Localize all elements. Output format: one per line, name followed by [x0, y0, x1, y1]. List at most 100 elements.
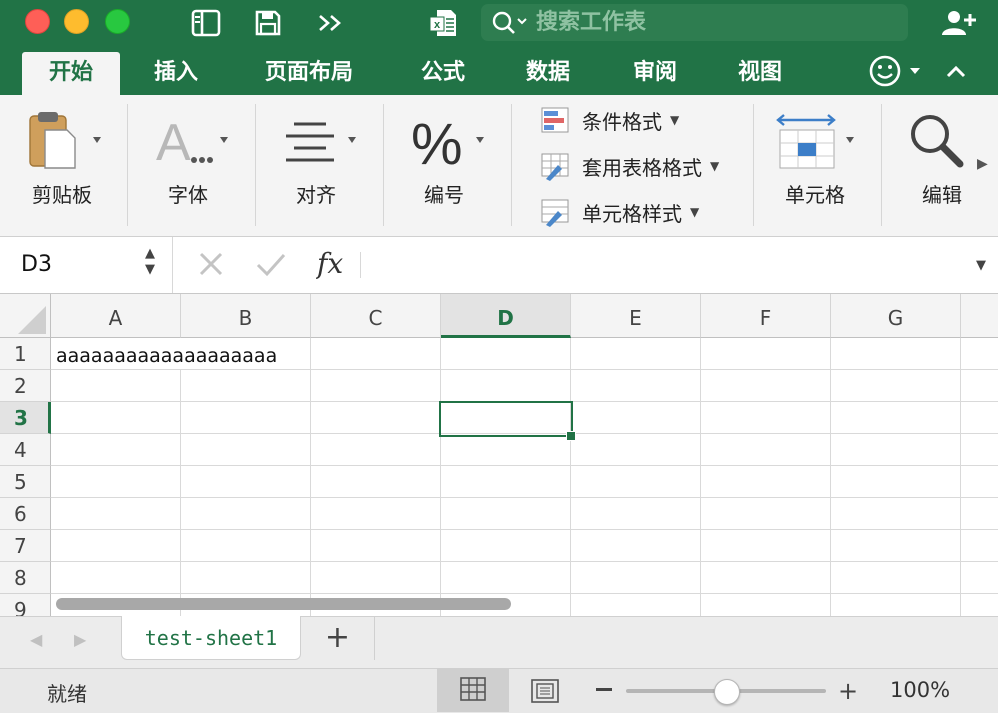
cell[interactable] [311, 402, 441, 434]
cell[interactable] [311, 434, 441, 466]
close-window-button[interactable] [25, 9, 50, 34]
cell[interactable] [51, 498, 181, 530]
ribbon-scroll-right-icon[interactable]: ▶ [977, 156, 988, 172]
cell[interactable] [181, 370, 311, 402]
sidebar-toggle-icon[interactable] [189, 7, 223, 39]
minimize-window-button[interactable] [64, 9, 89, 34]
zoom-out-icon[interactable] [596, 688, 612, 691]
cell[interactable] [311, 370, 441, 402]
tab-page-layout[interactable]: 页面布局 [245, 52, 373, 96]
format-as-table-button[interactable]: 套用表格格式 ▼ [540, 149, 719, 183]
cell[interactable] [831, 370, 961, 402]
formula-input[interactable] [372, 250, 962, 280]
tab-home[interactable]: 开始 [22, 52, 120, 96]
editing-button[interactable] [906, 112, 966, 172]
cell[interactable] [831, 338, 961, 370]
row-header-6[interactable]: 6 [0, 498, 51, 530]
cell[interactable] [181, 498, 311, 530]
cell[interactable] [311, 338, 441, 370]
collapse-ribbon-icon[interactable] [942, 56, 970, 86]
cell[interactable] [311, 498, 441, 530]
cell[interactable] [51, 466, 181, 498]
cell[interactable] [441, 498, 571, 530]
cell[interactable] [441, 466, 571, 498]
tab-formulas[interactable]: 公式 [400, 52, 486, 96]
cell[interactable] [441, 338, 571, 370]
cell[interactable] [441, 530, 571, 562]
column-header-d[interactable]: D [441, 294, 571, 338]
tab-data[interactable]: 数据 [505, 52, 591, 96]
conditional-format-button[interactable]: 条件格式 ▼ [540, 103, 679, 137]
fill-handle[interactable] [566, 431, 576, 441]
previous-sheet-icon[interactable]: ◀ [30, 630, 42, 649]
cell[interactable] [571, 530, 701, 562]
cell[interactable] [961, 562, 998, 594]
cell[interactable] [961, 434, 998, 466]
cell[interactable] [51, 370, 181, 402]
cell[interactable] [831, 466, 961, 498]
cell[interactable] [961, 530, 998, 562]
cell[interactable] [571, 370, 701, 402]
row-header-2[interactable]: 2 [0, 370, 51, 402]
cell[interactable] [181, 530, 311, 562]
expand-formula-bar-icon[interactable]: ▼ [976, 258, 986, 273]
cell[interactable] [51, 530, 181, 562]
cell[interactable] [571, 338, 701, 370]
cell[interactable] [441, 434, 571, 466]
cell[interactable] [311, 562, 441, 594]
cell[interactable] [441, 370, 571, 402]
cells-button[interactable] [776, 110, 858, 172]
cell[interactable] [961, 498, 998, 530]
row-header-3[interactable]: 3 [0, 402, 51, 434]
column-header-b[interactable]: B [181, 294, 311, 338]
next-sheet-icon[interactable]: ▶ [74, 630, 86, 649]
column-header-e[interactable]: E [571, 294, 701, 338]
cell[interactable] [311, 530, 441, 562]
row-header-4[interactable]: 4 [0, 434, 51, 466]
font-button[interactable]: A [152, 112, 234, 172]
cell[interactable] [311, 466, 441, 498]
cell[interactable] [181, 402, 311, 434]
cell[interactable] [701, 434, 831, 466]
cell[interactable] [441, 562, 571, 594]
more-commands-icon[interactable] [315, 7, 345, 39]
cell[interactable] [571, 434, 701, 466]
cell[interactable] [961, 370, 998, 402]
cell[interactable] [51, 562, 181, 594]
column-header-h[interactable] [961, 294, 998, 338]
cell[interactable] [571, 466, 701, 498]
clipboard-paste-button[interactable] [25, 110, 105, 172]
row-header-1[interactable]: 1 [0, 338, 51, 370]
feedback-smiley-icon[interactable] [866, 52, 926, 90]
cell[interactable] [701, 562, 831, 594]
cell[interactable] [51, 434, 181, 466]
cancel-entry-icon[interactable] [198, 250, 224, 282]
cell[interactable] [701, 594, 831, 616]
column-header-g[interactable]: G [831, 294, 961, 338]
row-header-7[interactable]: 7 [0, 530, 51, 562]
cell[interactable] [701, 466, 831, 498]
cell[interactable] [51, 402, 181, 434]
zoom-in-icon[interactable]: + [838, 678, 858, 704]
alignment-button[interactable] [280, 112, 362, 172]
cell[interactable] [701, 338, 831, 370]
cell[interactable] [701, 402, 831, 434]
column-header-f[interactable]: F [701, 294, 831, 338]
cell[interactable] [831, 498, 961, 530]
name-box-stepper-icon[interactable]: ▲ ▼ [145, 246, 155, 278]
cell[interactable] [701, 498, 831, 530]
cell[interactable] [181, 466, 311, 498]
tab-view[interactable]: 视图 [717, 52, 803, 96]
cell[interactable] [181, 434, 311, 466]
insert-function-icon[interactable]: fx [315, 247, 350, 285]
zoom-slider-thumb[interactable] [714, 679, 740, 705]
cell[interactable] [571, 562, 701, 594]
cell[interactable] [701, 530, 831, 562]
cell[interactable] [701, 370, 831, 402]
tab-insert[interactable]: 插入 [130, 52, 222, 96]
cell[interactable] [831, 562, 961, 594]
cell[interactable] [831, 594, 961, 616]
save-icon[interactable] [252, 7, 284, 39]
selected-cell-d3[interactable] [439, 401, 573, 437]
horizontal-scrollbar[interactable] [56, 598, 511, 610]
